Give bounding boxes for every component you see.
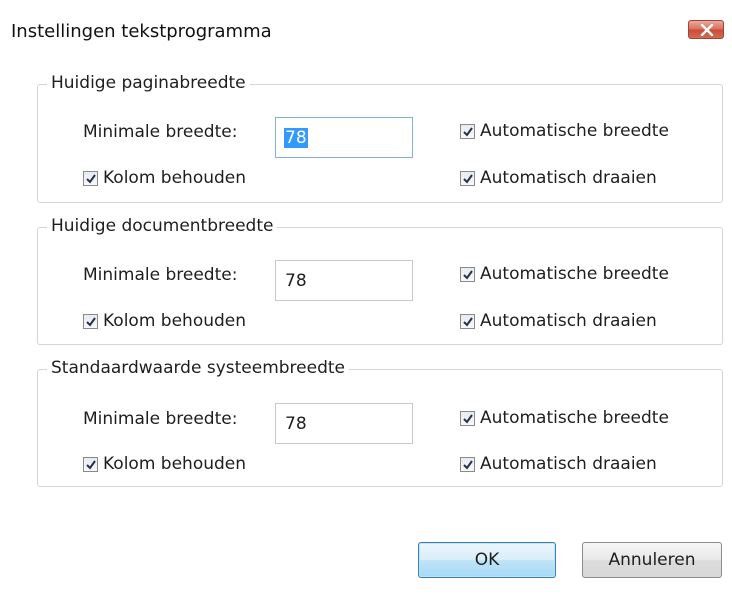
auto-rotate-checkbox[interactable]: Automatisch draaien xyxy=(460,168,657,188)
checkbox-box[interactable] xyxy=(460,266,475,282)
min-width-input[interactable]: 78 xyxy=(275,260,413,301)
checkbox-box[interactable] xyxy=(460,313,475,329)
close-icon xyxy=(700,24,714,36)
cancel-button[interactable]: Annuleren xyxy=(582,542,722,578)
group-current-document-width: Huidige documentbreedte Minimale breedte… xyxy=(37,216,723,345)
keep-column-label: Kolom behouden xyxy=(103,168,247,188)
auto-rotate-label: Automatisch draaien xyxy=(480,168,657,188)
min-width-label: Minimale breedte: xyxy=(83,122,238,142)
checkbox-box[interactable] xyxy=(460,456,475,472)
title-bar: Instellingen tekstprogramma xyxy=(0,0,732,58)
close-button[interactable] xyxy=(688,20,724,39)
checkmark-icon xyxy=(463,173,473,184)
group-system-default-width: Standaardwaarde systeembreedte Minimale … xyxy=(37,358,723,487)
auto-rotate-checkbox[interactable]: Automatisch draaien xyxy=(460,311,657,331)
checkbox-box[interactable] xyxy=(83,313,98,329)
min-width-value: 78 xyxy=(285,271,307,291)
auto-width-label: Automatische breedte xyxy=(480,264,669,284)
min-width-value: 78 xyxy=(284,128,308,148)
keep-column-checkbox[interactable]: Kolom behouden xyxy=(83,168,246,188)
group-current-page-width: Huidige paginabreedte Minimale breedte: … xyxy=(37,73,723,203)
checkmark-icon xyxy=(463,459,473,470)
min-width-input[interactable]: 78 xyxy=(275,403,413,444)
checkmark-icon xyxy=(86,173,96,184)
checkmark-icon xyxy=(463,316,473,327)
checkmark-icon xyxy=(463,126,473,137)
checkmark-icon xyxy=(86,459,96,470)
min-width-label: Minimale breedte: xyxy=(83,265,238,285)
auto-width-checkbox[interactable]: Automatische breedte xyxy=(460,408,669,428)
window-title: Instellingen tekstprogramma xyxy=(11,21,272,42)
checkbox-box[interactable] xyxy=(83,170,98,186)
min-width-label: Minimale breedte: xyxy=(83,409,238,429)
checkbox-box[interactable] xyxy=(460,123,475,139)
auto-rotate-label: Automatisch draaien xyxy=(480,311,657,331)
auto-width-checkbox[interactable]: Automatische breedte xyxy=(460,121,669,141)
keep-column-label: Kolom behouden xyxy=(103,311,247,331)
min-width-value: 78 xyxy=(285,414,307,434)
min-width-input[interactable]: 78 xyxy=(275,117,413,158)
group-legend: Huidige paginabreedte xyxy=(47,73,250,93)
auto-rotate-label: Automatisch draaien xyxy=(480,454,657,474)
ok-button[interactable]: OK xyxy=(418,542,556,578)
keep-column-label: Kolom behouden xyxy=(103,454,247,474)
checkbox-box[interactable] xyxy=(83,456,98,472)
auto-width-checkbox[interactable]: Automatische breedte xyxy=(460,264,669,284)
group-legend: Standaardwaarde systeembreedte xyxy=(47,358,349,378)
keep-column-checkbox[interactable]: Kolom behouden xyxy=(83,311,246,331)
checkbox-box[interactable] xyxy=(460,170,475,186)
checkmark-icon xyxy=(86,316,96,327)
auto-width-label: Automatische breedte xyxy=(480,121,669,141)
checkmark-icon xyxy=(463,269,473,280)
group-legend: Huidige documentbreedte xyxy=(47,216,278,236)
checkmark-icon xyxy=(463,413,473,424)
auto-width-label: Automatische breedte xyxy=(480,408,669,428)
checkbox-box[interactable] xyxy=(460,410,475,426)
keep-column-checkbox[interactable]: Kolom behouden xyxy=(83,454,246,474)
auto-rotate-checkbox[interactable]: Automatisch draaien xyxy=(460,454,657,474)
